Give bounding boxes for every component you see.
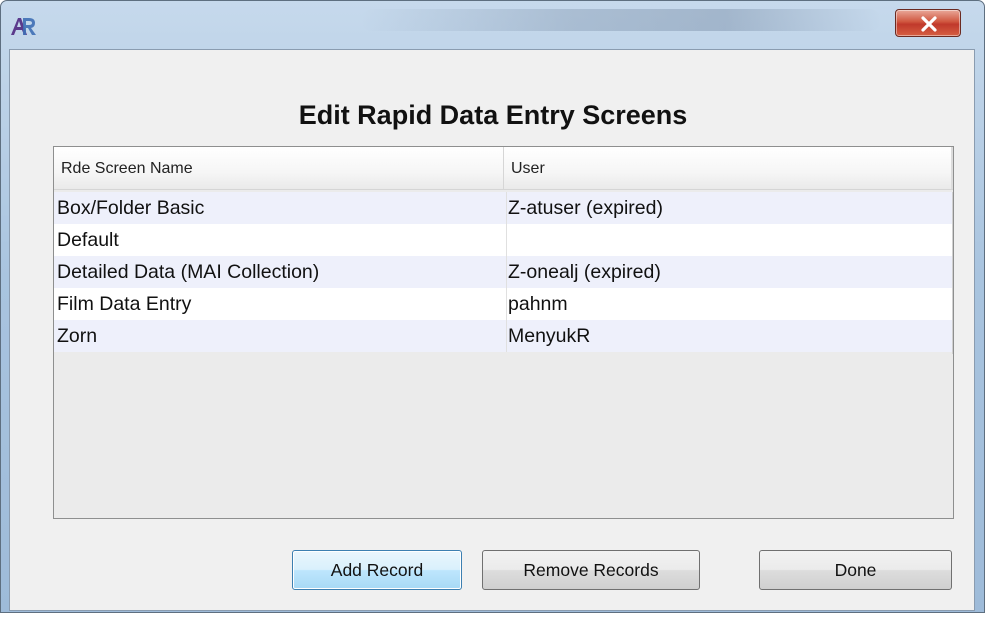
table-row[interactable]: Detailed Data (MAI Collection) Z-onealj … <box>54 256 953 288</box>
cell-user: pahnm <box>506 288 950 320</box>
cell-user <box>506 224 950 256</box>
cell-user: MenyukR <box>506 320 950 352</box>
cell-screen-name: Detailed Data (MAI Collection) <box>57 261 320 283</box>
table-body: Box/Folder Basic Z-atuser (expired) Defa… <box>54 192 953 352</box>
cell-user: Z-atuser (expired) <box>506 192 950 224</box>
cell-screen-name: Film Data Entry <box>57 293 192 315</box>
cell-user: Z-onealj (expired) <box>506 256 950 288</box>
title-bar[interactable] <box>1 1 984 49</box>
table-row[interactable]: Default <box>54 224 953 256</box>
dialog-heading: Edit Rapid Data Entry Screens <box>298 100 688 130</box>
table-right-border <box>952 192 953 354</box>
cell-screen-name: Box/Folder Basic <box>57 197 205 219</box>
table-header: Rde Screen Name User <box>54 147 953 190</box>
records-table[interactable]: Rde Screen Name User Box/Folder Basic Z-… <box>53 146 954 519</box>
dialog-content: Edit Rapid Data Entry Screens Rde Screen… <box>9 49 975 611</box>
window-title-blurred <box>361 9 881 31</box>
close-button[interactable] <box>895 9 961 37</box>
close-icon <box>921 16 937 32</box>
table-row[interactable]: Zorn MenyukR <box>54 320 953 352</box>
column-header-user[interactable]: User <box>504 147 953 189</box>
remove-records-button[interactable]: Remove Records <box>482 550 700 590</box>
dialog-window: Edit Rapid Data Entry Screens Rde Screen… <box>0 0 985 613</box>
cell-screen-name: Default <box>57 229 119 251</box>
app-logo-icon <box>9 15 37 37</box>
column-header-screen-name[interactable]: Rde Screen Name <box>54 147 504 189</box>
cell-screen-name: Zorn <box>57 325 98 347</box>
table-row[interactable]: Film Data Entry pahnm <box>54 288 953 320</box>
add-record-button[interactable]: Add Record <box>292 550 462 590</box>
done-button[interactable]: Done <box>759 550 952 590</box>
table-row[interactable]: Box/Folder Basic Z-atuser (expired) <box>54 192 953 224</box>
